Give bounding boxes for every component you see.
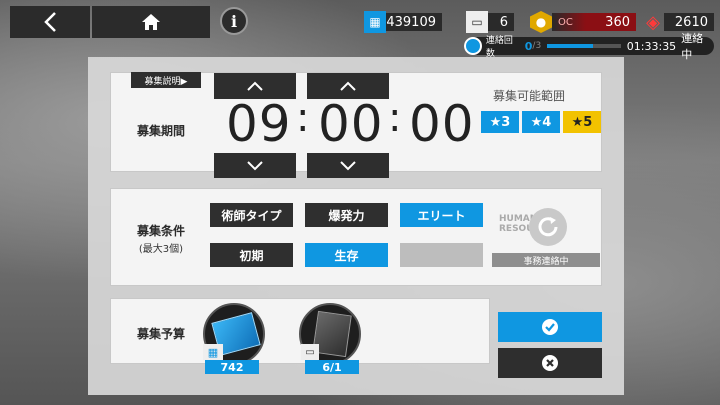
expedited-plan-icon: ▭ [466,11,488,33]
contact-sep: /3 [532,41,542,51]
permit-count: 742 [205,360,259,374]
refresh-icon [538,217,558,237]
home-button[interactable] [92,6,210,38]
chevron-down-icon [247,160,263,170]
tag-starter[interactable]: 初期 [210,243,293,267]
time-section: 募集説明▶ 募集期間 09 : 00 : 00 募集可能範囲 ★3 ★4 ★5 [110,72,602,178]
tag-empty [400,243,483,267]
tag-elite[interactable]: エリート [400,203,483,227]
budget-section: 募集予算 ▦ 742 ▭ 6/1 [110,298,490,374]
permit-resource: ▦ 439109 [364,11,442,33]
hours-display: 09 [226,95,292,153]
home-icon [142,14,160,30]
tag-caster[interactable]: 術師タイプ [210,203,293,227]
permit-mini-icon: ▦ [203,344,223,360]
condition-section: 募集条件 (最大3個) 術師タイプ 爆発力 エリート 初期 生存 HUMAN R… [110,188,602,286]
tag-burst[interactable]: 爆発力 [305,203,388,227]
condition-sub: (最大3個) [138,244,184,255]
chevron-left-icon [44,12,56,32]
chevron-down-icon [340,160,356,170]
originite-value: 2610 [664,13,714,31]
contact-progress [547,44,621,48]
contact-count: 0 [524,39,533,53]
plan-resource: ▭ 6 [466,11,514,33]
contact-progress-fill [547,44,593,48]
time-label: 募集期間 [136,124,185,138]
contact-label: 連絡回数 [485,36,513,59]
ocean-tag: OC [558,16,573,28]
close-circle-icon [542,355,558,371]
recruit-permit-icon: ▦ [364,11,386,33]
chevron-up-icon [340,81,356,91]
contact-status: 連絡中 [681,32,704,61]
refresh-label: 事務連絡中 [492,253,600,267]
chevron-up-icon [247,81,263,91]
gold-hex-icon: ● [530,11,552,33]
permit-value: 439109 [386,13,442,31]
refresh-button[interactable] [529,208,567,246]
plan-value: 6 [488,13,514,31]
contact-bar: 連絡回数 0 /3 01:33:35 連絡中 [464,32,714,61]
colon-2: : [388,95,403,141]
star3-badge: ★3 [481,111,519,133]
plan-mini-icon: ▭ [301,344,319,360]
condition-label: 募集条件 [136,224,185,238]
seconds-display: 00 [409,95,475,153]
info-button[interactable]: i [220,7,248,35]
tag-survival[interactable]: 生存 [305,243,388,267]
back-button[interactable] [10,6,90,38]
range-title: 募集可能範囲 [493,89,566,103]
star4-badge: ★4 [522,111,560,133]
red-diamond-icon: ◈ [646,11,660,33]
recruit-panel: 募集説明▶ 募集期間 09 : 00 : 00 募集可能範囲 ★3 ★4 ★5 … [88,57,624,395]
originite-resource: ◈ 2610 [642,11,714,33]
star-range: ★3 ★4 ★5 [481,111,601,133]
recruit-desc-button[interactable]: 募集説明▶ [131,72,201,88]
plan-count: 6/1 [305,360,359,374]
minute-down-button[interactable] [307,153,389,178]
star5-badge: ★5 [563,111,601,133]
colon-1: : [296,95,311,141]
cancel-button[interactable] [498,348,602,378]
minutes-display: 00 [318,95,384,153]
originium-shard-resource: ● OC 360 [530,11,636,33]
confirm-button[interactable] [498,312,602,342]
check-circle-icon [542,319,558,335]
hour-down-button[interactable] [214,153,296,178]
ocean-value: 360 [605,14,630,30]
contact-time: 01:33:35 [626,39,677,53]
budget-label: 募集予算 [136,327,185,341]
avatar-icon [464,37,482,55]
